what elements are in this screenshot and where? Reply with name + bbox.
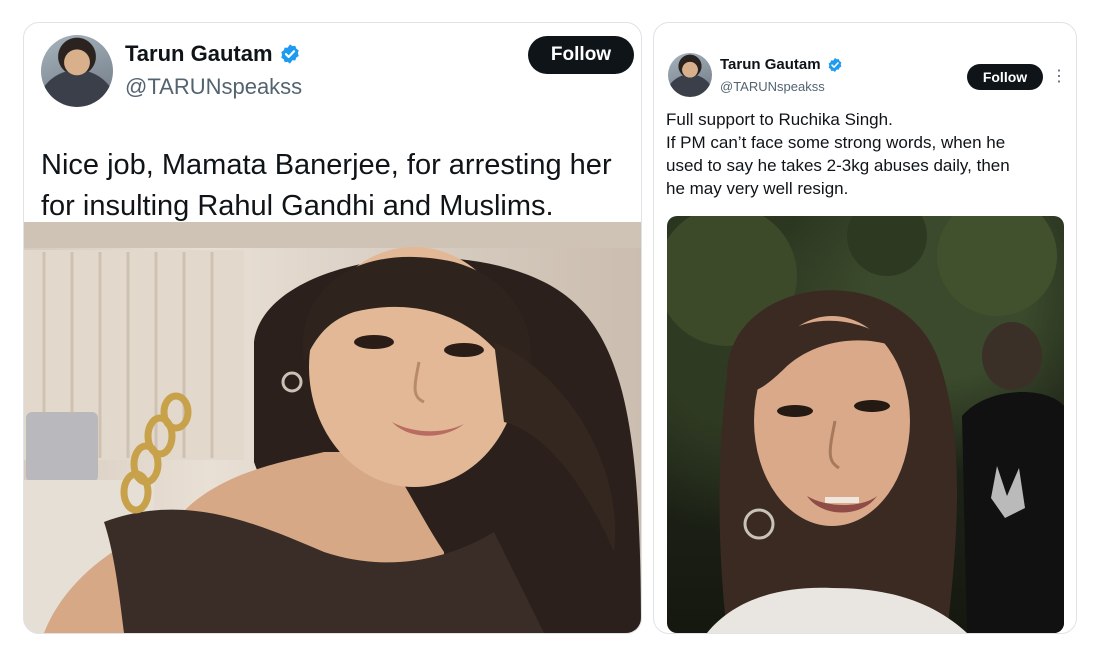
tweet-photo[interactable] [24, 222, 641, 633]
more-options-icon[interactable]: ⋮ [1051, 67, 1067, 87]
tweet-text: Full support to Ruchika Singh. If PM can… [666, 110, 1010, 198]
author-name[interactable]: Tarun Gautam [125, 41, 273, 67]
follow-button[interactable]: Follow [967, 64, 1043, 90]
tweet-card-right: Tarun Gautam @TARUNspeakss Follow ⋮ Full… [653, 22, 1077, 634]
author-handle[interactable]: @TARUNspeakss [720, 79, 825, 94]
avatar[interactable] [41, 35, 113, 107]
tweet-card-left: Tarun Gautam @TARUNspeakss Follow Nice j… [23, 22, 642, 634]
author-name-row: Tarun Gautam [125, 41, 301, 67]
author-name-row: Tarun Gautam [720, 56, 843, 73]
video-frame-illustration [667, 216, 1064, 633]
author-name[interactable]: Tarun Gautam [720, 56, 821, 73]
verified-badge-icon [279, 43, 301, 65]
avatar[interactable] [668, 53, 712, 97]
tweet-video-thumbnail[interactable] [667, 216, 1064, 633]
follow-button[interactable]: Follow [528, 36, 634, 74]
author-handle[interactable]: @TARUNspeakss [125, 74, 302, 100]
verified-badge-icon [827, 57, 843, 73]
tweet-text: Nice job, Mamata Banerjee, for arresting… [41, 149, 612, 222]
photo-illustration [24, 222, 641, 633]
